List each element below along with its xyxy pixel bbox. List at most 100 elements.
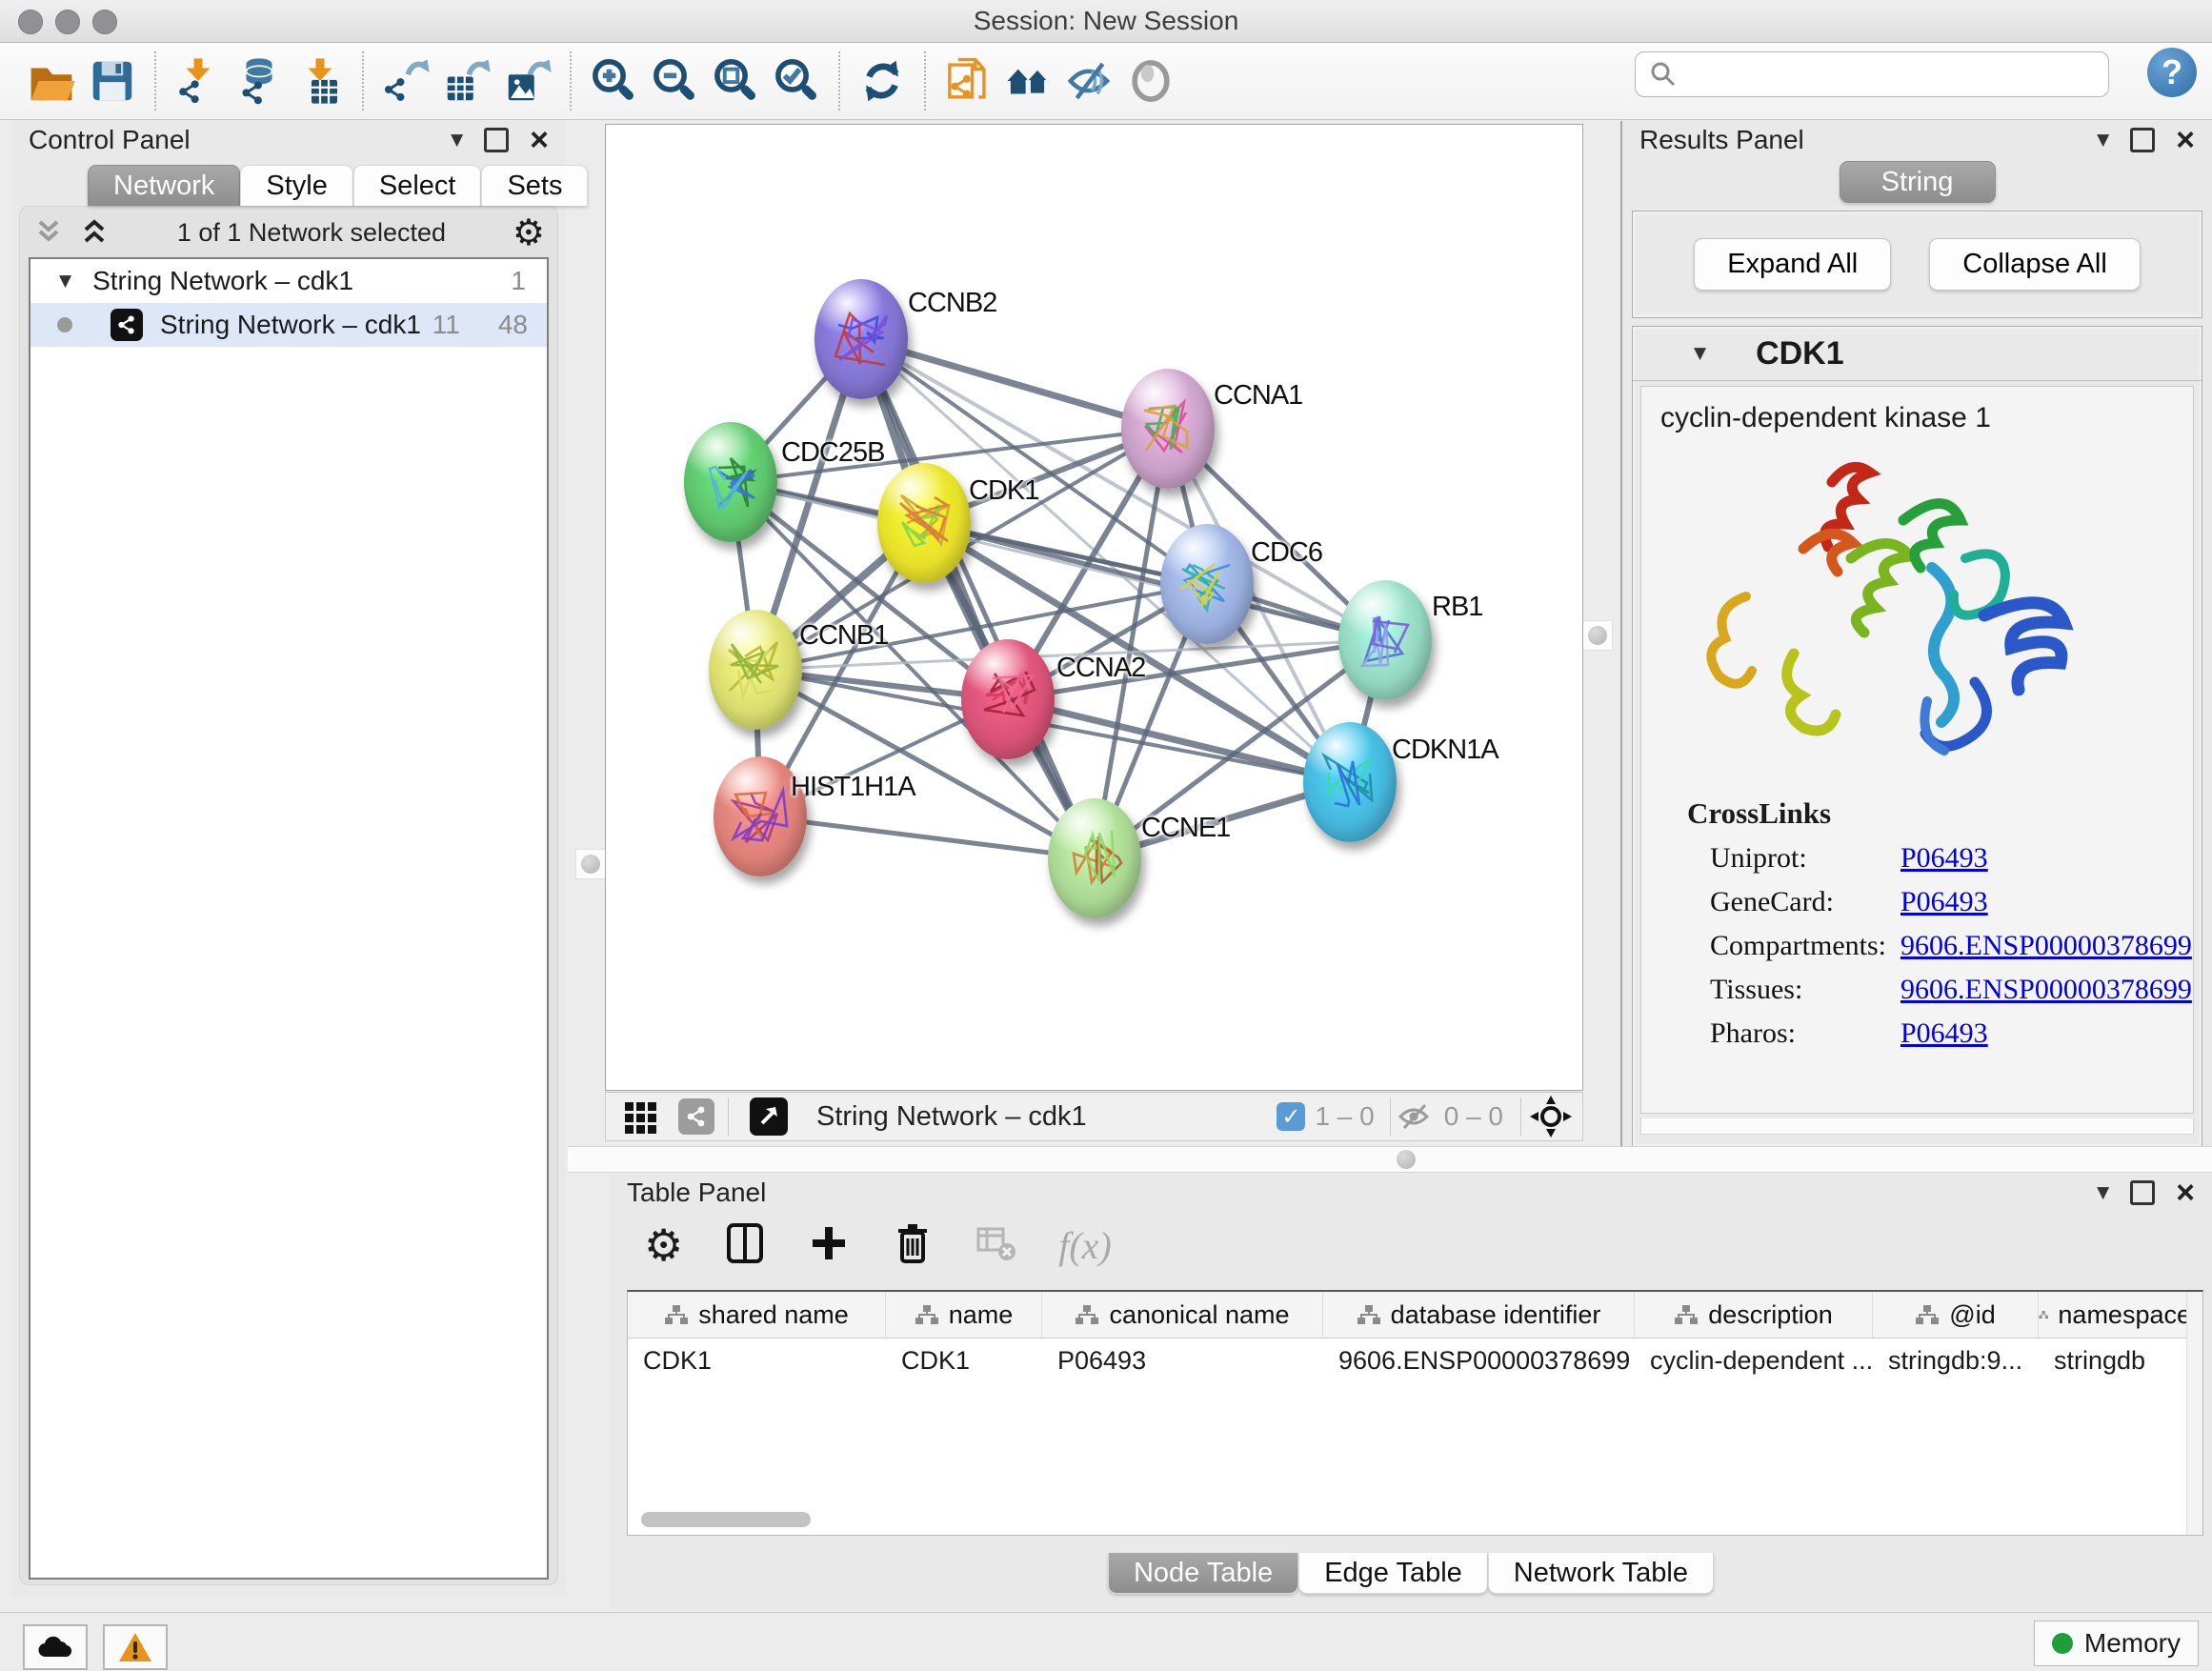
delete-column-trash-icon[interactable] [891,1221,935,1270]
panel-menu-icon[interactable]: ▼ [2097,131,2109,150]
function-builder-icon[interactable]: f(x) [1058,1223,1112,1268]
float-panel-icon[interactable] [2130,1180,2155,1205]
tab-node-table[interactable]: Node Table [1108,1553,1298,1594]
table-horizontal-scrollbar[interactable] [641,1512,811,1527]
node-CCNB2[interactable] [814,279,908,399]
table-panel-splitter[interactable] [568,1146,2212,1173]
network-options-gear-icon[interactable]: ⚙ [513,211,545,253]
column-header--id[interactable]: @id [1873,1292,2039,1338]
collapse-entry-icon[interactable]: ▼ [1694,344,1706,363]
crosslink-link[interactable]: P06493 [1900,1017,1988,1050]
expand-all-button[interactable]: Expand All [1694,238,1891,291]
tab-network-table[interactable]: Network Table [1488,1553,1714,1594]
open-session-button[interactable] [21,50,82,111]
gene-entry-header[interactable]: ▼ CDK1 [1633,327,2202,381]
column-header-name[interactable]: name [886,1292,1042,1338]
show-columns-icon[interactable] [723,1221,767,1270]
left-splitter-handle[interactable] [575,849,606,879]
close-panel-icon[interactable]: × [2176,131,2195,150]
fit-content-crosshair-icon[interactable] [1529,1095,1573,1138]
float-panel-icon[interactable] [484,128,509,152]
export-table-button[interactable] [436,50,497,111]
share-document-button[interactable] [937,50,998,111]
crosslink-link[interactable]: 9606.ENSP00000378699 [1900,974,2192,1006]
string-home-button[interactable] [998,50,1059,111]
save-session-button[interactable] [82,50,143,111]
import-database-button[interactable] [229,50,290,111]
node-CDK1[interactable] [877,463,971,583]
node-CDC6[interactable] [1160,524,1254,644]
table-cell[interactable]: P06493 [1042,1339,1323,1384]
column-header-description[interactable]: description [1635,1292,1873,1338]
table-options-gear-icon[interactable]: ⚙ [644,1219,683,1271]
crosslink-link[interactable]: P06493 [1900,842,1988,875]
cloud-status-button[interactable] [23,1624,88,1670]
column-header-database-identifier[interactable]: database identifier [1323,1292,1635,1338]
table-cell[interactable]: stringdb [2039,1339,2192,1384]
column-header-shared-name[interactable]: shared name [628,1292,886,1338]
import-table-button[interactable] [290,50,351,111]
table-cell[interactable]: CDK1 [628,1339,886,1384]
tab-network[interactable]: Network [88,165,240,206]
zoom-in-button[interactable] [583,50,644,111]
collection-expand-icon[interactable]: ▼ [59,272,71,291]
collapse-all-chevron-icon[interactable] [78,218,111,247]
node-CCNE1[interactable] [1048,798,1141,918]
crosslink-link[interactable]: P06493 [1900,886,1988,918]
node-CCNA1[interactable] [1121,369,1215,489]
node-table[interactable]: shared name name canonical name database… [627,1290,2203,1536]
warnings-button[interactable] [103,1624,168,1670]
tab-select[interactable]: Select [353,165,482,206]
node-CCNA2[interactable] [961,639,1055,759]
tab-string[interactable]: String [1840,161,1996,203]
column-header-canonical-name[interactable]: canonical name [1042,1292,1323,1338]
table-cell[interactable]: stringdb:9... [1873,1339,2039,1384]
share-view-icon[interactable] [678,1098,714,1135]
show-selected-button[interactable] [1120,50,1181,111]
node-CCNB1[interactable] [709,610,802,730]
right-splitter-handle[interactable] [1582,620,1613,651]
node-CDKN1A[interactable] [1303,722,1397,842]
crosslink-link[interactable]: 9606.ENSP00000378699 [1900,930,2192,962]
collapse-all-button[interactable]: Collapse All [1929,238,2141,291]
selected-checkbox-icon[interactable]: ✓ [1277,1102,1305,1131]
zoom-fit-button[interactable] [705,50,766,111]
results-scrollbar[interactable] [1640,1118,2194,1135]
node-RB1[interactable] [1338,580,1432,700]
panel-menu-icon[interactable]: ▼ [2097,1183,2109,1202]
column-header-namespace[interactable]: namespace [2039,1292,2192,1338]
edge-HIST1H1A-CCNE1[interactable] [760,816,1095,858]
table-vertical-scrollbar[interactable] [2186,1292,2202,1535]
help-button[interactable]: ? [2147,48,2197,97]
hidden-eye-icon[interactable] [1397,1101,1435,1132]
close-panel-icon[interactable]: × [530,131,549,150]
float-panel-icon[interactable] [2130,128,2155,152]
delete-table-icon[interactable] [975,1221,1018,1270]
collection-row[interactable]: ▼ String Network – cdk1 1 [30,259,547,303]
grid-view-icon[interactable] [621,1097,661,1137]
table-cell[interactable]: 9606.ENSP00000378699 [1323,1339,1635,1384]
tab-style[interactable]: Style [240,165,352,206]
hide-selected-button[interactable] [1059,50,1120,111]
tab-edge-table[interactable]: Edge Table [1298,1553,1488,1594]
memory-button[interactable]: Memory [2034,1621,2199,1666]
table-cell[interactable]: CDK1 [886,1339,1042,1384]
zoom-out-button[interactable] [644,50,705,111]
refresh-button[interactable] [852,50,913,111]
export-image-button[interactable] [497,50,558,111]
birdseye-view-icon[interactable] [750,1097,788,1136]
table-row[interactable]: CDK1CDK1P064939606.ENSP00000378699cyclin… [628,1339,2202,1384]
table-cell[interactable]: cyclin-dependent ... [1635,1339,1873,1384]
node-CDC25B[interactable] [684,422,777,542]
zoom-selected-button[interactable] [766,50,827,111]
panel-menu-icon[interactable]: ▼ [451,131,463,150]
network-canvas[interactable]: CCNB2CCNA1CDC25BCDK1CDC6RB1CCNB1CCNA2CDK… [605,124,1583,1091]
search-field[interactable] [1635,51,2109,97]
import-network-button[interactable] [168,50,229,111]
add-column-icon[interactable] [807,1221,851,1270]
expand-all-chevron-icon[interactable] [32,218,65,247]
search-input[interactable] [1685,54,2108,94]
export-network-button[interactable] [375,50,436,111]
tab-sets[interactable]: Sets [481,165,588,206]
network-row-selected[interactable]: String Network – cdk1 11 48 [30,303,547,347]
